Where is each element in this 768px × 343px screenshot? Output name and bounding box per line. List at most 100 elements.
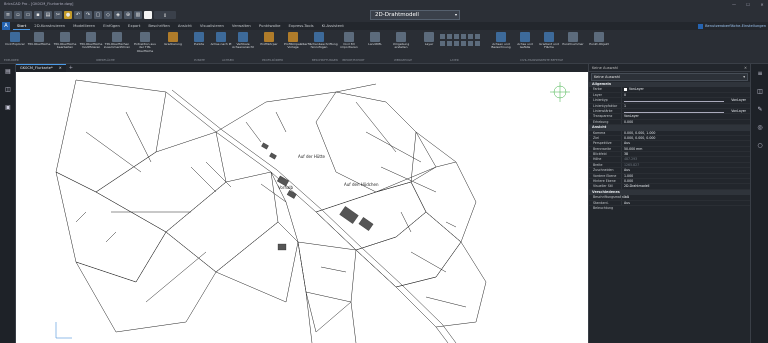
color-swatch-icon[interactable] xyxy=(144,11,152,19)
cut-icon[interactable]: ✂ xyxy=(54,11,62,19)
ribbon-button-3[interactable]: TIN-Oberfläche modifizieren xyxy=(78,32,104,50)
property-value[interactable]: 0.000, 0.000, 0.000 xyxy=(621,135,750,141)
redo-icon[interactable]: ↷ xyxy=(84,11,92,19)
layer-tool-icon[interactable] xyxy=(454,34,459,39)
layers-icon[interactable]: ◫ xyxy=(4,86,12,94)
panel-close-icon[interactable]: ✕ xyxy=(744,64,747,71)
lightbulb-icon[interactable]: ● xyxy=(64,11,72,19)
document-tab[interactable]: GK0CM_Flurkarte* ✕ xyxy=(16,64,66,72)
ribbon-button-18[interactable]: Achse und Gefälle xyxy=(512,32,538,50)
ribbon-button-12[interactable]: Oberflächenbeschriftung hinzufügen xyxy=(300,32,338,50)
property-value[interactable]: 0.000, 0.000, 1.000 xyxy=(621,130,750,135)
drawing-canvas[interactable]: Auf der Hütte Auf den Hödchen Vorhalb xyxy=(16,72,588,343)
lightbulb-icon[interactable]: ○ xyxy=(756,142,764,150)
layer-tool-icon[interactable] xyxy=(475,41,480,46)
ribbon-button-14[interactable]: LandXML xyxy=(362,32,388,46)
ribbon-button-21[interactable]: Punkt-Objekt xyxy=(586,32,612,46)
property-value[interactable]: 50.000 mm xyxy=(621,146,750,152)
close-button[interactable]: ✕ xyxy=(758,2,766,7)
save-icon[interactable]: ▪ xyxy=(34,11,42,19)
menu-icon[interactable]: ≡ xyxy=(4,11,12,19)
layer-tool-icon[interactable] xyxy=(461,41,466,46)
ribbon-button-1[interactable]: TIN-Oberfläche xyxy=(26,32,52,46)
property-value[interactable]: 1.000 xyxy=(621,173,750,179)
open-folder-icon[interactable]: ▭ xyxy=(24,11,32,19)
ribbon-button-13[interactable]: Civil 3D importieren xyxy=(336,32,362,50)
ribbon-button-17[interactable]: Achsen und Bezeichnung xyxy=(488,32,514,50)
ribbon-button-16[interactable]: Layer xyxy=(416,32,442,46)
new-file-icon[interactable]: ▫ xyxy=(14,11,22,19)
tab-10[interactable]: Express-Tools xyxy=(284,22,317,30)
property-value[interactable]: 0.000 xyxy=(621,119,750,125)
tab-8[interactable]: Verwalten xyxy=(228,22,255,30)
ribbon-button-0[interactable]: Civil Explorer xyxy=(2,32,28,46)
property-value[interactable]: 1 xyxy=(621,103,750,108)
ribbon-button-2[interactable]: TIN-Oberfläche bearbeiten xyxy=(52,32,78,50)
tab-2[interactable]: Modellieren xyxy=(69,22,99,30)
property-value[interactable]: Aus xyxy=(621,141,750,146)
tab-1[interactable]: 2D-Konstruieren xyxy=(30,22,69,30)
ribbon-button-20[interactable]: Punktnummer xyxy=(560,32,586,46)
tab-3[interactable]: Einfügen xyxy=(99,22,124,30)
view-cube-icon[interactable]: ◇ xyxy=(104,11,112,19)
ribbon-button-19[interactable]: Gradient und Fläche xyxy=(536,32,562,50)
ribbon-button-4[interactable]: TIN-Oberflächen zusammenführen xyxy=(104,32,130,50)
selection-filter[interactable]: Keine Auswahl ▾ xyxy=(591,73,748,81)
layer-tool-icon[interactable] xyxy=(454,41,459,46)
draw-icon[interactable]: ✎ xyxy=(756,106,764,114)
materials-icon[interactable]: ◎ xyxy=(756,124,764,132)
ribbon-button-5[interactable]: Extraktion aus der TIN-Oberfläche xyxy=(132,32,158,53)
tab-5[interactable]: Beschriften xyxy=(144,22,174,30)
layer-tool-icon[interactable] xyxy=(468,41,473,46)
tab-11[interactable]: KI-Assistent xyxy=(318,22,348,30)
property-value[interactable]: 1265.827 xyxy=(621,162,750,168)
property-value[interactable]: 2D-Drahtmodell xyxy=(621,184,750,189)
app-logo-icon[interactable]: A xyxy=(2,22,10,30)
minimize-button[interactable]: — xyxy=(730,2,738,7)
property-value[interactable]: Aus xyxy=(621,200,750,205)
property-value[interactable]: VonLayer xyxy=(621,108,750,114)
rectangle-select-icon[interactable]: ▢ xyxy=(94,11,102,19)
add-tab-button[interactable]: + xyxy=(69,65,73,71)
layer-icon[interactable]: ▥ xyxy=(134,11,142,19)
property-value[interactable]: 0.000 xyxy=(621,179,750,184)
tab-0[interactable]: Start xyxy=(13,22,31,30)
structure-icon[interactable]: ▤ xyxy=(4,68,12,76)
tab-7[interactable]: Visualisieren xyxy=(196,22,228,30)
ribbon-button-9[interactable]: Vertikale Achsenansicht xyxy=(230,32,256,50)
properties-icon[interactable]: ≡ xyxy=(756,70,764,78)
tab-4[interactable]: Export xyxy=(124,22,144,30)
property-row[interactable]: Standard-Beleuchtung Aus xyxy=(589,200,750,210)
undo-icon[interactable]: ↶ xyxy=(74,11,82,19)
view-cube2-icon[interactable]: ◈ xyxy=(114,11,122,19)
property-value[interactable]: 38 xyxy=(621,152,750,157)
layers-panel-icon[interactable]: ◫ xyxy=(756,88,764,96)
property-value[interactable]: VonLayer xyxy=(621,114,750,119)
layer-tool-icon[interactable] xyxy=(440,41,445,46)
layer-tool-icon[interactable] xyxy=(468,34,473,39)
layer-tool-icon[interactable] xyxy=(461,34,466,39)
tab-6[interactable]: Ansicht xyxy=(174,22,196,30)
layer-tool-icon[interactable] xyxy=(447,34,452,39)
ui-settings-link[interactable]: Benutzeroberfläche-Einstellungen xyxy=(698,23,766,29)
layer-tool-icon[interactable] xyxy=(440,34,445,39)
property-value[interactable]: 0 xyxy=(621,92,750,98)
ribbon-button-10[interactable]: Profilkörper xyxy=(256,32,282,46)
ribbon-button-6[interactable]: Gradiierung xyxy=(160,32,186,46)
zoom-icon[interactable]: ⊕ xyxy=(124,11,132,19)
close-icon[interactable]: ✕ xyxy=(59,65,62,72)
maximize-button[interactable]: ☐ xyxy=(744,2,752,7)
layer-tool-icon[interactable] xyxy=(475,34,480,39)
tab-9[interactable]: Punktwolke xyxy=(255,22,285,30)
workspace-select[interactable]: 2D-Drahtmodell ▾ xyxy=(370,10,460,20)
ribbon-button-15[interactable]: Umgebung erstellen xyxy=(388,32,414,50)
property-value[interactable]: VonLayer xyxy=(621,87,750,92)
explorer-icon[interactable]: ▣ xyxy=(4,104,12,112)
property-value[interactable]: VonLayer xyxy=(621,98,750,103)
print-icon[interactable]: ▤ xyxy=(44,11,52,19)
property-value[interactable]: 1:1 xyxy=(621,195,750,200)
property-value[interactable]: Aus xyxy=(621,168,750,173)
property-value[interactable]: 487.293 xyxy=(621,157,750,162)
layer-tool-icon[interactable] xyxy=(447,41,452,46)
color-selector[interactable]: 0 xyxy=(154,11,176,19)
